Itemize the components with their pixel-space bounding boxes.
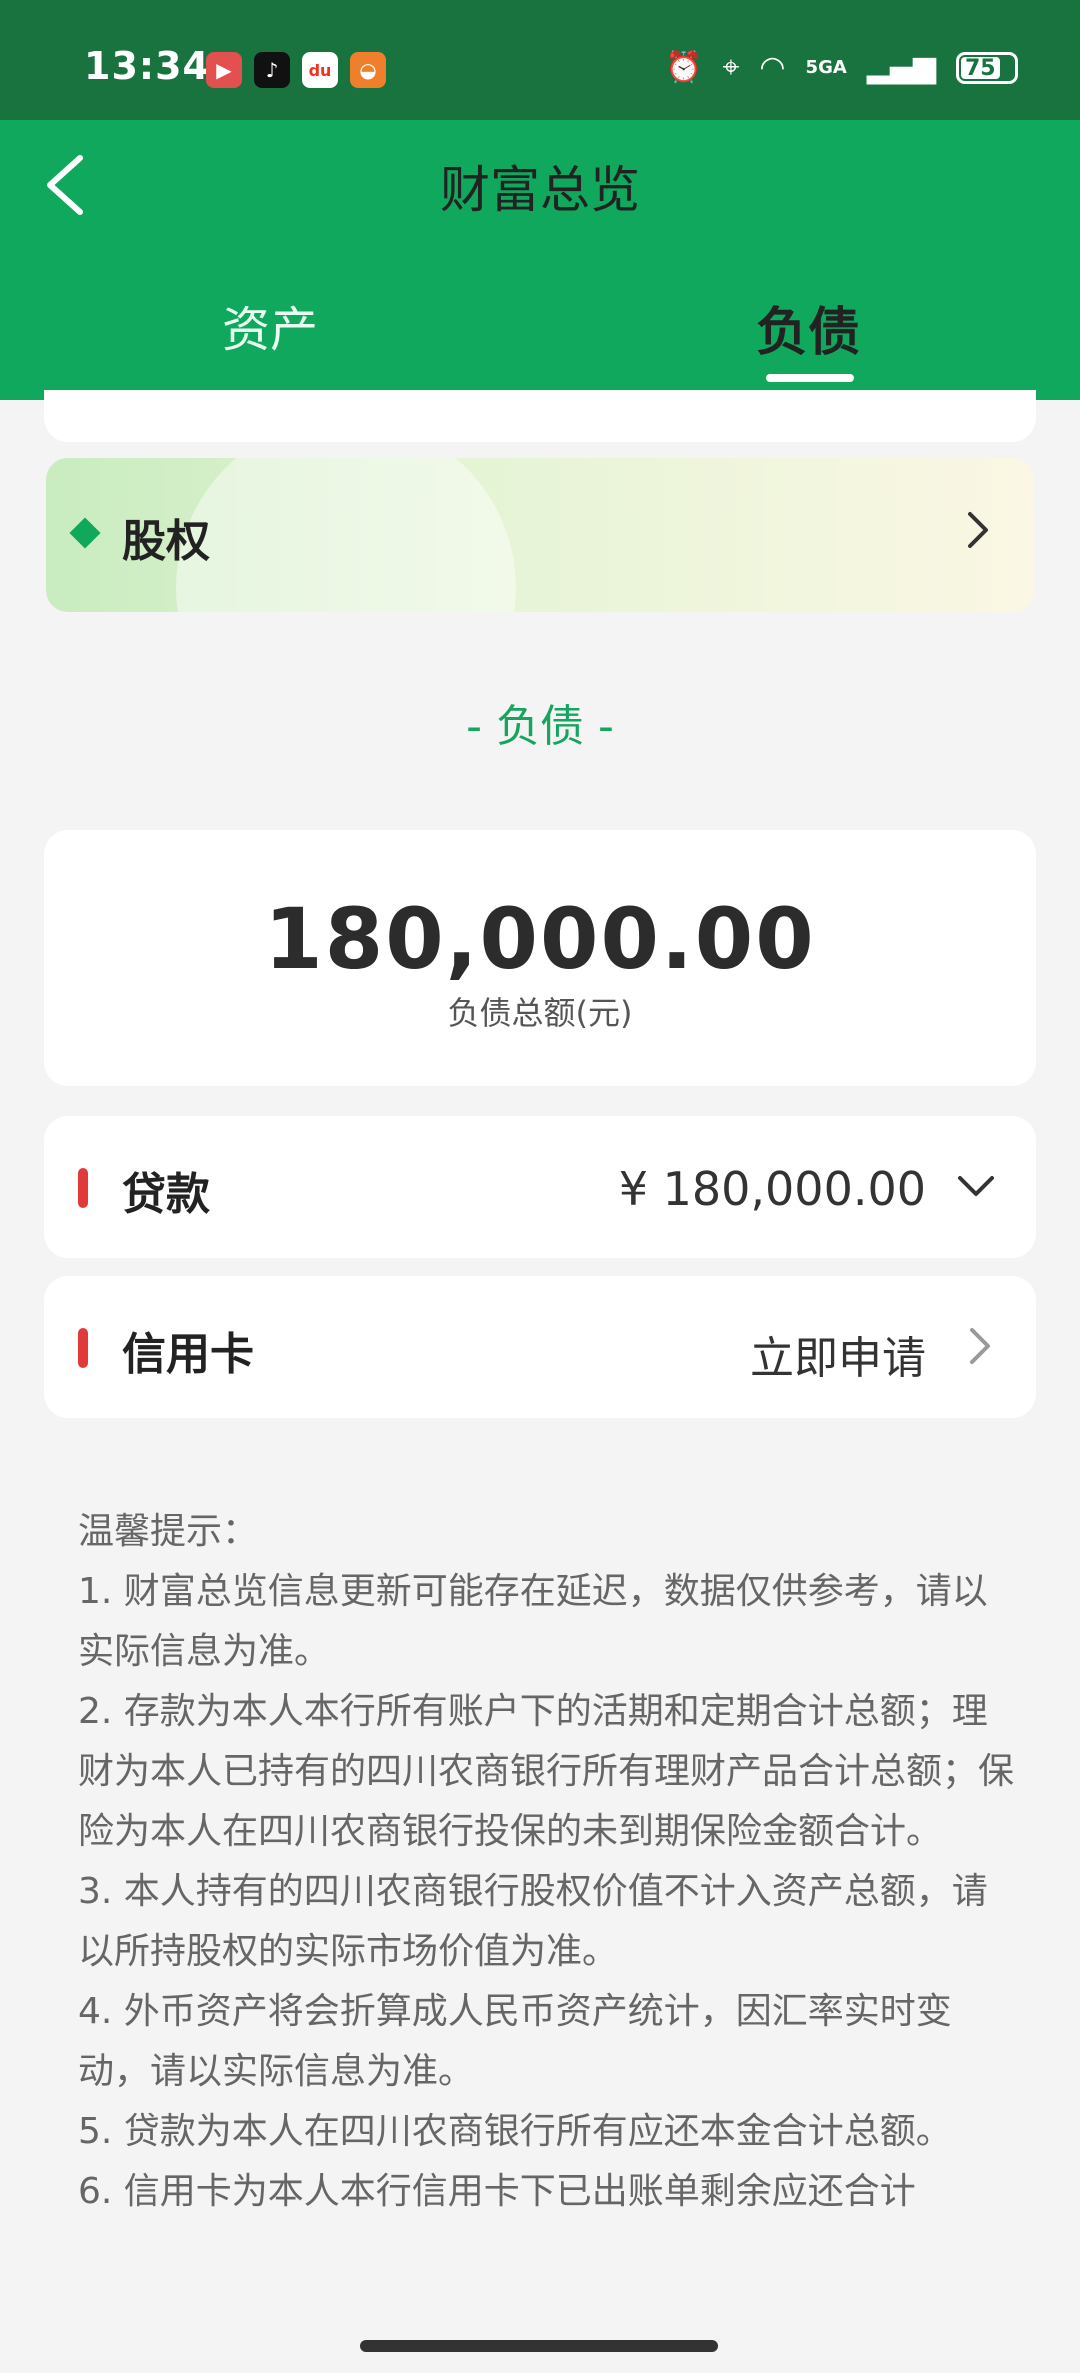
chevron-right-icon[interactable]: [962, 1326, 996, 1366]
status-bar: 13:34 ▶ ♪ du ◒ ⏰ ⌖ ◠ 5GA ▂▄▆ 75: [0, 0, 1080, 120]
home-indicator[interactable]: [360, 2340, 718, 2352]
tip-item: 3. 本人持有的四川农商银行股权价值不计入资产总额，请以所持股权的实际市场价值为…: [78, 1871, 988, 1972]
orange-app-icon: ◒: [350, 52, 386, 88]
tips-title: 温馨提示：: [78, 1511, 259, 1552]
tip-item: 6. 信用卡为本人本行信用卡下已出账单剩余应还合计: [78, 2171, 916, 2212]
liabilities-heading: - 负债 -: [466, 701, 614, 752]
liability-total-label: 负债总额(元): [447, 994, 633, 1032]
loan-amount: ¥ 180,000.00: [618, 1162, 926, 1216]
status-app-icons: ▶ ♪ du ◒: [206, 52, 386, 88]
status-time: 13:34: [84, 44, 210, 88]
chevron-down-icon[interactable]: [956, 1170, 996, 1204]
battery-level: 75: [965, 55, 996, 81]
tips-section: 温馨提示： 1. 财富总览信息更新可能存在延迟，数据仅供参考，请以实际信息为准。…: [78, 1502, 1018, 2322]
previous-card-bottom: [44, 390, 1036, 442]
active-tab-indicator: [766, 374, 854, 382]
row-accent-bar: [78, 1328, 88, 1368]
row-accent-bar: [78, 1168, 88, 1208]
status-indicators: ⏰ ⌖ ◠ 5GA ▂▄▆ 75: [665, 48, 1018, 88]
tip-item: 1. 财富总览信息更新可能存在延迟，数据仅供参考，请以实际信息为准。: [78, 1571, 988, 1672]
video-app-icon: ▶: [206, 52, 242, 88]
decorative-circle: [176, 458, 516, 612]
page-title: 财富总览: [440, 161, 640, 219]
signal-icon: ▂▄▆: [866, 50, 936, 85]
loan-row[interactable]: 贷款 ¥ 180,000.00: [44, 1116, 1036, 1258]
location-icon: ⌖: [722, 50, 740, 85]
credit-card-row[interactable]: 信用卡 立即申请: [44, 1276, 1036, 1418]
tip-item: 2. 存款为本人本行所有账户下的活期和定期合计总额；理财为本人已持有的四川农商银…: [78, 1691, 1015, 1852]
apply-now-link[interactable]: 立即申请: [750, 1322, 926, 1386]
battery-icon: 75: [956, 52, 1018, 84]
tiktok-icon: ♪: [254, 52, 290, 88]
du-app-icon: du: [302, 52, 338, 88]
tip-item: 5. 贷款为本人在四川农商银行所有应还本金合计总额。: [78, 2111, 952, 2152]
chevron-right-icon[interactable]: [960, 510, 994, 550]
network-type: 5GA: [805, 57, 847, 78]
tip-item: 4. 外币资产将会折算成人民币资产统计，因汇率实时变动，请以实际信息为准。: [78, 1991, 952, 2092]
tab-liabilities[interactable]: 负债: [756, 290, 860, 365]
equity-label: 股权: [122, 516, 210, 567]
liability-total-amount: 180,000.00: [264, 890, 816, 988]
tab-assets[interactable]: 资产: [222, 290, 318, 360]
credit-card-title: 信用卡: [122, 1329, 254, 1380]
loan-title: 贷款: [122, 1169, 210, 1220]
liability-total-card: 180,000.00 负债总额(元): [44, 830, 1036, 1086]
alarm-icon: ⏰: [665, 50, 703, 85]
wifi-icon: ◠: [759, 50, 786, 85]
